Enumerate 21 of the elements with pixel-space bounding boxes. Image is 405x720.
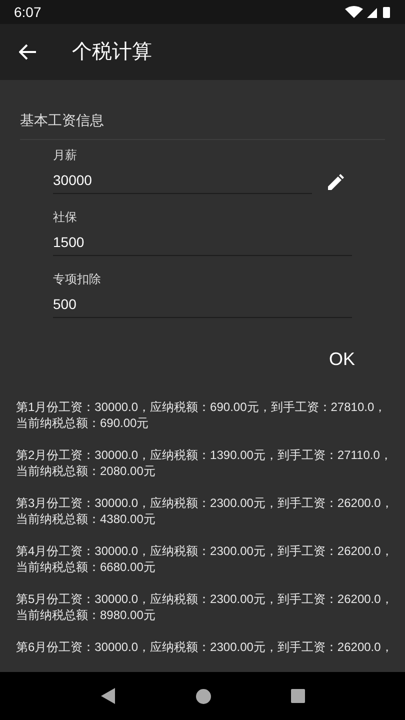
field-label: 专项扣除 — [53, 271, 102, 288]
month-result-text: 第3月份工资：30000.0，应纳税额：2300.00元，到手工资：26200.0， 当前纳税总额：4380.00元 — [16, 495, 389, 527]
input-field[interactable]: 1500 — [53, 228, 352, 256]
month-result-text: 第1月份工资：30000.0，应纳税额：690.00元，到手工资：27810.0， 当前纳税总额：690.00元 — [16, 399, 388, 431]
back-icon[interactable] — [100, 688, 116, 704]
input-field[interactable]: 30000 — [53, 166, 312, 194]
month-result-text: 第4月份工资：30000.0，应纳税额：2300.00元，到手工资：26200.0， 当前纳税总额：6680.00元 — [16, 543, 389, 575]
ok-button[interactable]: OK — [320, 342, 363, 377]
pencil-icon[interactable] — [328, 174, 344, 190]
back-arrow-icon[interactable] — [19, 44, 37, 60]
status-icons — [345, 5, 391, 19]
field-label: 社保 — [53, 209, 78, 226]
month-result-text: 第5月份工资：30000.0，应纳税额：2300.00元，到手工资：26200.0， 当前纳税总额：8980.00元 — [16, 591, 389, 623]
status-time: 6:07 — [14, 2, 42, 22]
screen-title: 个税计算 — [72, 40, 152, 65]
month-result-text: 第6月份工资：30000.0，应纳税额：2300.00元，到手工资：26200.0， — [16, 639, 389, 655]
field-label: 月薪 — [53, 147, 78, 164]
home-icon[interactable] — [196, 688, 211, 704]
input-field[interactable]: 500 — [53, 290, 352, 318]
month-result-text: 第2月份工资：30000.0，应纳税额：1390.00元，到手工资：27110.0， 当前纳税总额：2080.00元 — [16, 447, 389, 479]
section-title: 基本工资信息 — [20, 112, 104, 128]
